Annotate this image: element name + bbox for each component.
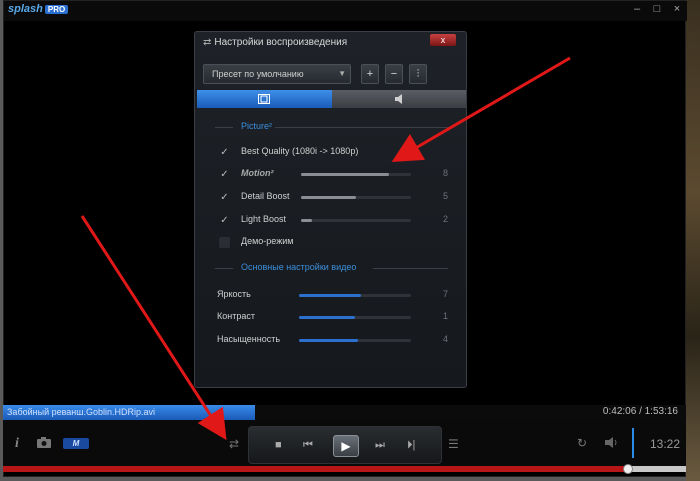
- video-section-label: Основные настройки видео: [241, 262, 357, 272]
- contrast-label: Контраст: [217, 311, 255, 321]
- background-strip: [686, 0, 700, 481]
- detail-boost-label: Detail Boost: [241, 191, 290, 201]
- brightness-slider[interactable]: [299, 294, 411, 297]
- detail-boost-slider[interactable]: [301, 196, 411, 199]
- brightness-value: 7: [442, 289, 448, 299]
- previous-icon[interactable]: ⏮: [303, 439, 313, 452]
- plus-icon: +: [366, 68, 374, 80]
- control-bar: i M ⇄ ■ ⏮ ▶ ⏭ ⏵| ☰ ↻ 13:22: [3, 420, 686, 466]
- play-button[interactable]: ▶: [333, 435, 359, 457]
- info-icon[interactable]: i: [15, 436, 19, 452]
- light-boost-slider[interactable]: [301, 219, 411, 222]
- film-icon: [258, 94, 271, 105]
- split-icon: ⫶: [416, 68, 420, 80]
- time-display: 0:42:06 / 1:53:16: [602, 406, 678, 417]
- motion-row: ✓ Motion² 8: [215, 167, 448, 181]
- picture-section-label: Picture²: [241, 121, 273, 131]
- saturation-slider[interactable]: [299, 339, 411, 342]
- compare-button[interactable]: ⫶: [409, 64, 427, 84]
- saturation-slider-fill: [299, 339, 359, 342]
- detail-boost-value: 5: [442, 191, 448, 201]
- brightness-slider-fill: [299, 294, 361, 297]
- file-name[interactable]: Забойный реванш.Goblin.HDRip.avi: [3, 405, 255, 420]
- seek-bar[interactable]: [3, 464, 686, 474]
- contrast-value: 1: [442, 311, 448, 321]
- demo-mode-label: Демо-режим: [241, 236, 294, 246]
- app-logo: splash PRO: [8, 3, 69, 15]
- title-bar: splash PRO – □ ×: [4, 1, 687, 21]
- next-icon[interactable]: ⏭: [375, 439, 385, 452]
- add-preset-button[interactable]: +: [361, 64, 379, 84]
- light-boost-row: ✓ Light Boost 2: [215, 213, 448, 227]
- video-section-header: Основные настройки видео: [215, 262, 448, 274]
- motion-value: 8: [442, 168, 448, 178]
- saturation-row: Насыщенность 4: [215, 333, 448, 347]
- repeat-icon[interactable]: ↻: [577, 436, 587, 450]
- brightness-label: Яркость: [217, 289, 251, 299]
- tab-video[interactable]: [197, 90, 332, 108]
- volume-slider[interactable]: [632, 428, 634, 458]
- preset-dropdown[interactable]: Пресет по умолчанию ▼: [203, 64, 351, 84]
- contrast-slider[interactable]: [299, 316, 411, 319]
- transport-panel: ■ ⏮ ▶ ⏭ ⏵|: [248, 426, 442, 464]
- brightness-row: Яркость 7: [215, 288, 448, 302]
- speaker-icon: [394, 94, 402, 105]
- divider: [373, 268, 448, 269]
- light-boost-value: 2: [442, 214, 448, 224]
- detail-boost-checkbox[interactable]: ✓: [219, 192, 230, 203]
- motion-slider-fill: [301, 173, 389, 176]
- light-boost-label: Light Boost: [241, 214, 287, 224]
- playback-settings-dialog: ⇄ Настройки воспроизведения x Пресет по у…: [194, 31, 467, 388]
- saturation-value: 4: [442, 334, 448, 344]
- preset-value: Пресет по умолчанию: [212, 69, 304, 79]
- dialog-title: ⇄ Настройки воспроизведения: [203, 37, 347, 48]
- minimize-button[interactable]: –: [631, 3, 643, 15]
- motion-slider[interactable]: [301, 173, 411, 176]
- contrast-slider-fill: [299, 316, 355, 319]
- best-quality-row: ✓ Best Quality (1080i -> 1080p): [215, 145, 448, 159]
- play-icon: ▶: [341, 439, 351, 453]
- settings-tabs: [197, 90, 466, 108]
- motion-checkbox[interactable]: ✓: [219, 169, 230, 180]
- sliders-icon: ⇄: [203, 37, 212, 48]
- motion-toggle-button[interactable]: M: [63, 438, 89, 449]
- window-buttons: – □ ×: [631, 3, 683, 15]
- tab-audio[interactable]: [331, 90, 466, 108]
- remove-preset-button[interactable]: −: [385, 64, 403, 84]
- chevron-down-icon: ▼: [338, 69, 346, 78]
- logo-badge: PRO: [44, 4, 69, 14]
- detail-boost-slider-fill: [301, 196, 356, 199]
- detail-boost-row: ✓ Detail Boost 5: [215, 190, 448, 204]
- stop-icon[interactable]: ■: [275, 439, 282, 451]
- dialog-title-text: Настройки воспроизведения: [214, 37, 348, 48]
- dialog-close-button[interactable]: x: [430, 34, 456, 46]
- best-quality-label: Best Quality (1080i -> 1080p): [241, 146, 359, 156]
- volume-icon[interactable]: [605, 437, 619, 451]
- close-window-button[interactable]: ×: [671, 3, 683, 15]
- playlist-icon[interactable]: ☰: [448, 437, 459, 451]
- light-boost-checkbox[interactable]: ✓: [219, 215, 230, 226]
- clock: 13:22: [649, 437, 680, 451]
- seek-handle[interactable]: [622, 464, 633, 474]
- picture-section-header: Picture²: [215, 121, 448, 133]
- demo-mode-row: ✓ Демо-режим: [215, 235, 448, 249]
- divider: [215, 127, 233, 128]
- maximize-button[interactable]: □: [651, 3, 663, 15]
- minus-icon: −: [390, 68, 398, 80]
- frame-step-icon[interactable]: ⏵|: [407, 439, 415, 452]
- motion-label: Motion²: [241, 168, 274, 178]
- settings-sliders-icon[interactable]: ⇄: [229, 437, 239, 451]
- divider: [275, 127, 448, 128]
- demo-mode-checkbox[interactable]: ✓: [219, 237, 230, 248]
- seek-remaining: [627, 466, 686, 472]
- best-quality-checkbox[interactable]: ✓: [219, 147, 230, 158]
- light-boost-slider-fill: [301, 219, 312, 222]
- contrast-row: Контраст 1: [215, 310, 448, 324]
- file-info-bar: Забойный реванш.Goblin.HDRip.avi 0:42:06…: [3, 405, 686, 420]
- camera-icon[interactable]: [37, 437, 51, 451]
- saturation-label: Насыщенность: [217, 334, 281, 344]
- divider: [215, 268, 233, 269]
- logo-text: splash: [8, 3, 43, 15]
